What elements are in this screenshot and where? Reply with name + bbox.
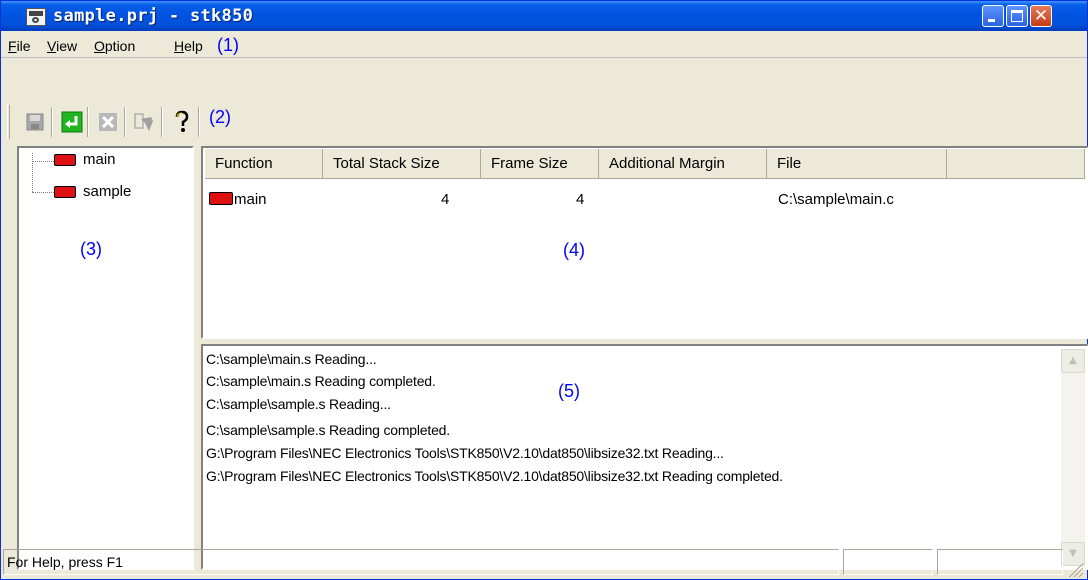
enter-button[interactable] xyxy=(59,109,85,135)
menu-option[interactable]: Option xyxy=(94,38,135,54)
callout-log: (5) xyxy=(558,381,580,401)
callout-tree: (3) xyxy=(80,239,102,259)
toolbar-grip[interactable] xyxy=(7,105,10,139)
search-tool-icon xyxy=(134,113,153,131)
cell-function: main xyxy=(234,191,267,208)
function-block-icon xyxy=(209,192,233,205)
cell-frame-size: 4 xyxy=(576,191,585,208)
callout-list: (4) xyxy=(563,240,585,260)
menu-file-accel: F xyxy=(8,38,17,54)
column-header-function[interactable]: Function xyxy=(205,149,323,179)
function-block-icon xyxy=(54,186,76,198)
cell-file: C:\sample\main.c xyxy=(778,191,894,208)
log-line: C:\sample\sample.s Reading... xyxy=(206,396,391,412)
column-header-frame-size[interactable]: Frame Size xyxy=(481,149,599,179)
callout-toolbar: (2) xyxy=(209,107,231,127)
log-line: C:\sample\sample.s Reading completed. xyxy=(206,422,450,438)
cell-total-stack-size: 4 xyxy=(441,191,450,208)
log-line: C:\sample\main.s Reading completed. xyxy=(206,373,436,389)
status-pane-2 xyxy=(843,549,933,575)
tree-line xyxy=(32,153,33,192)
save-button[interactable] xyxy=(22,109,48,135)
help-icon xyxy=(175,110,189,132)
menu-view-accel: V xyxy=(47,38,57,54)
menu-option-rest: ption xyxy=(104,38,136,54)
menu-help-rest: elp xyxy=(184,38,203,54)
log-line: G:\Program Files\NEC Electronics Tools\S… xyxy=(206,445,724,461)
column-header-file[interactable]: File xyxy=(767,149,947,179)
toolbar-separator xyxy=(51,107,53,137)
log-scrollbar[interactable]: ▲ ▼ xyxy=(1061,349,1085,566)
search-tool-button[interactable] xyxy=(131,109,157,135)
function-tree[interactable] xyxy=(17,146,194,570)
arrow-up-icon: ▲ xyxy=(1069,355,1077,366)
function-block-icon xyxy=(54,154,76,166)
save-icon xyxy=(26,113,44,131)
menu-option-accel: O xyxy=(94,38,105,54)
menu-file[interactable]: File xyxy=(8,38,31,54)
callout-menu: (1) xyxy=(217,35,239,55)
tree-line xyxy=(32,192,54,193)
menu-help-accel: H xyxy=(174,38,185,54)
tree-line xyxy=(32,161,54,162)
title-bar[interactable]: sample.prj - stk850 ✕ xyxy=(1,1,1087,31)
delete-icon xyxy=(99,113,117,131)
column-header-total-stack-size[interactable]: Total Stack Size xyxy=(323,149,481,179)
scroll-up-button[interactable]: ▲ xyxy=(1061,349,1085,373)
delete-button[interactable] xyxy=(95,109,121,135)
arrow-down-icon: ▼ xyxy=(1069,548,1077,559)
menu-view-rest: iew xyxy=(56,38,78,54)
minimize-button[interactable] xyxy=(982,5,1004,27)
status-text: For Help, press F1 xyxy=(3,549,839,575)
enter-icon xyxy=(61,111,83,133)
toolbar-separator xyxy=(87,107,89,137)
log-line: C:\sample\main.s Reading... xyxy=(206,351,377,367)
toolbar-separator xyxy=(161,107,163,137)
tree-item-sample[interactable]: sample xyxy=(83,183,131,200)
column-header-additional-margin[interactable]: Additional Margin xyxy=(599,149,767,179)
menu-bar xyxy=(1,31,1087,58)
log-line: G:\Program Files\NEC Electronics Tools\S… xyxy=(206,468,783,484)
toolbar-separator xyxy=(198,107,200,137)
app-icon[interactable] xyxy=(26,8,46,26)
close-icon: ✕ xyxy=(1033,6,1049,26)
status-pane-3 xyxy=(937,549,1063,575)
help-button[interactable] xyxy=(169,109,195,135)
menu-view[interactable]: View xyxy=(47,38,77,54)
close-button[interactable]: ✕ xyxy=(1030,5,1052,27)
application-window: sample.prj - stk850 ✕ File View Option H… xyxy=(0,0,1088,580)
tree-item-main[interactable]: main xyxy=(83,151,116,168)
menu-help[interactable]: Help xyxy=(174,38,203,54)
resize-grip[interactable] xyxy=(1067,561,1083,577)
maximize-button[interactable] xyxy=(1006,5,1028,27)
window-title: sample.prj - stk850 xyxy=(53,6,254,26)
toolbar-separator xyxy=(124,107,126,137)
column-header-blank xyxy=(947,149,1085,179)
menu-file-rest: ile xyxy=(16,38,31,54)
